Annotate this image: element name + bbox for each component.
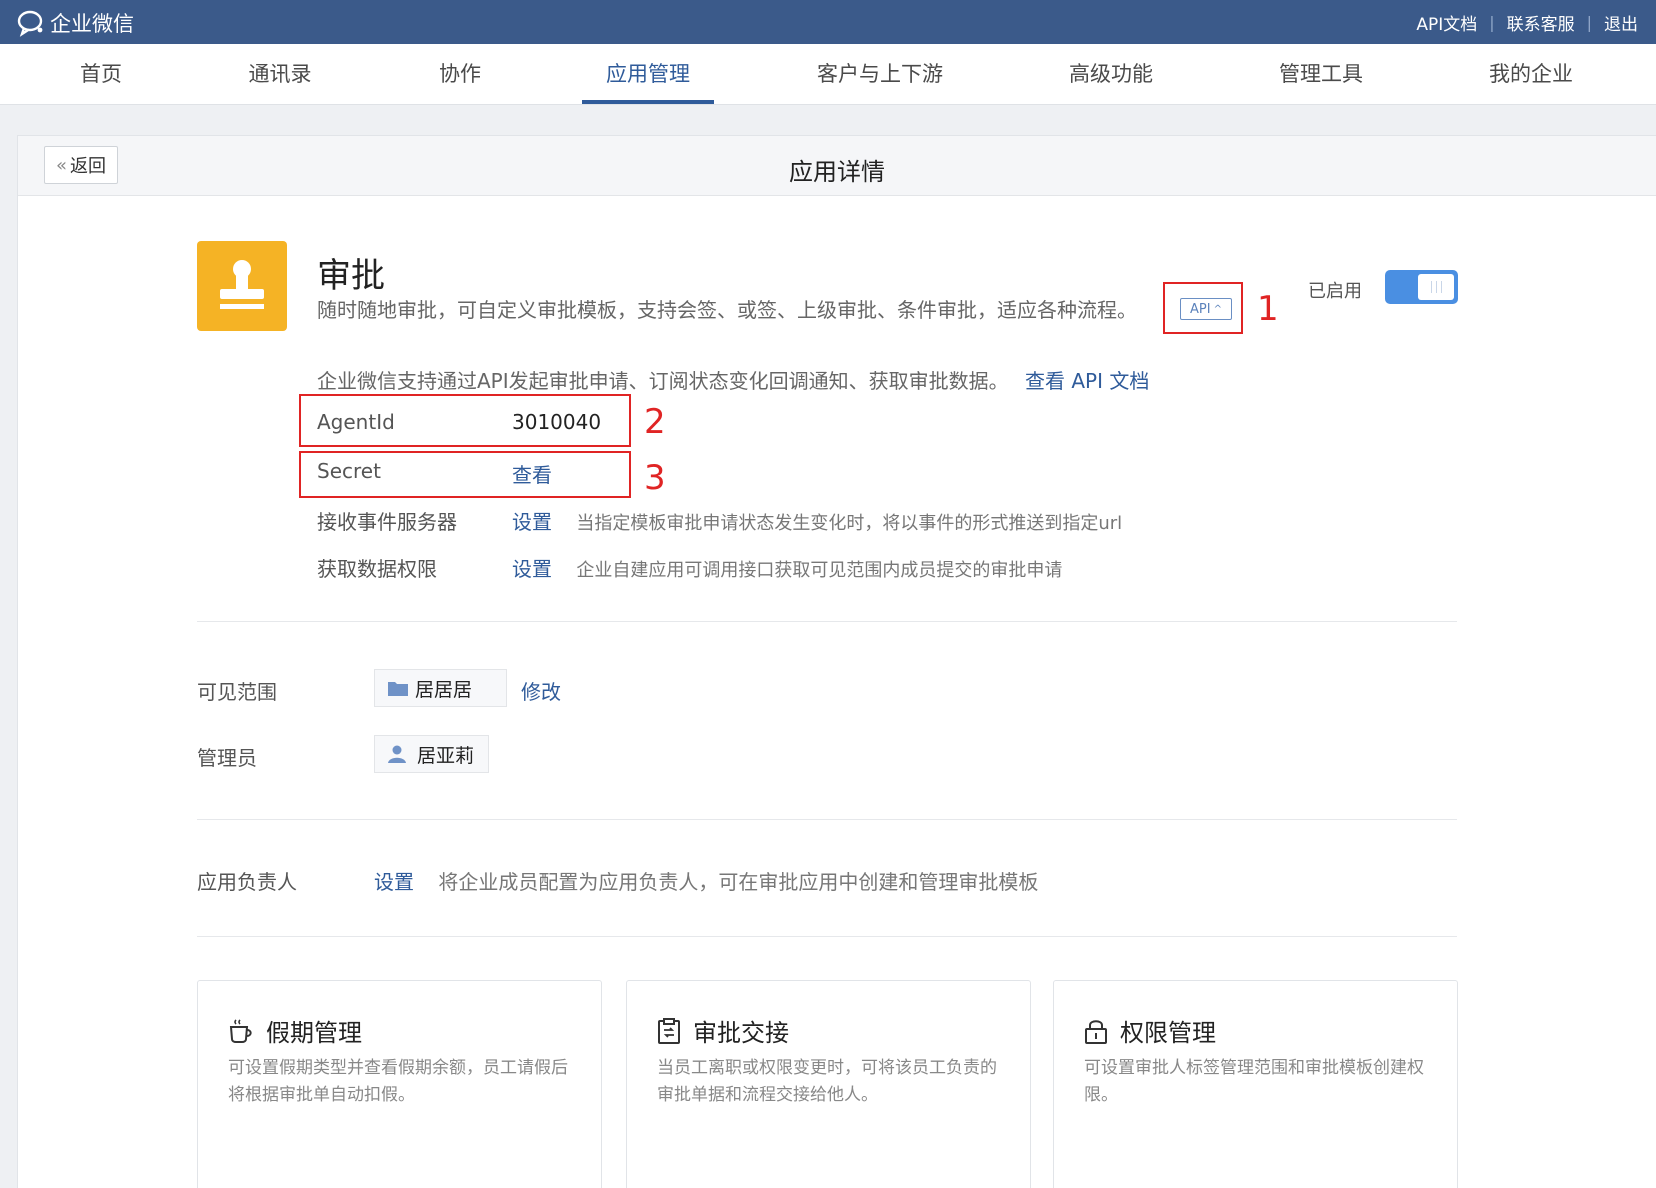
secret-label: Secret	[317, 459, 381, 483]
brand-logo[interactable]: 企业微信	[16, 8, 134, 38]
section-divider	[197, 819, 1457, 820]
annotation-number-2: 2	[644, 402, 666, 442]
api-note: 企业微信支持通过API发起审批申请、订阅状态变化回调通知、获取审批数据。 查看 …	[317, 365, 1149, 394]
nav-collaboration[interactable]: 协作	[420, 44, 500, 105]
toggle-knob	[1418, 274, 1454, 300]
nav-tools[interactable]: 管理工具	[1265, 44, 1377, 105]
section-divider	[197, 936, 1457, 937]
card-leave-management[interactable]: 假期管理 可设置假期类型并查看假期余额，员工请假后将根据审批单自动扣假。	[197, 980, 602, 1188]
top-bar: 企业微信 API文档 | 联系客服 | 退出	[0, 0, 1656, 44]
owner-desc: 将企业成员配置为应用负责人，可在审批应用中创建和管理审批模板	[438, 870, 1039, 894]
view-secret-link[interactable]: 查看	[512, 459, 552, 488]
api-docs-link[interactable]: API文档	[1416, 10, 1477, 35]
admin-chip: 居亚莉	[374, 735, 489, 773]
card-title: 假期管理	[228, 1013, 362, 1048]
data-permission-label: 获取数据权限	[317, 557, 437, 581]
section-divider	[197, 621, 1457, 622]
admin-chip-label: 居亚莉	[417, 744, 475, 767]
owner-row: 设置 将企业成员配置为应用负责人，可在审批应用中创建和管理审批模板	[374, 866, 1038, 895]
api-doc-link[interactable]: 查看 API 文档	[1025, 369, 1149, 393]
card-description: 可设置审批人标签管理范围和审批模板创建权限。	[1084, 1058, 1424, 1105]
divider: |	[1586, 13, 1592, 32]
nav-contacts[interactable]: 通讯录	[234, 44, 326, 105]
annotation-number-3: 3	[644, 458, 666, 498]
folder-icon	[388, 682, 408, 696]
user-icon	[388, 745, 406, 763]
owner-setup-link[interactable]: 设置	[374, 870, 414, 894]
brand-name: 企业微信	[50, 12, 134, 36]
data-permission-row: 设置 企业自建应用可调用接口获取可见范围内成员提交的审批申请	[512, 553, 1062, 582]
secret-row: Secret	[317, 459, 381, 483]
nav-customers[interactable]: 客户与上下游	[800, 44, 960, 105]
visibility-chip-label: 居居居	[415, 678, 473, 701]
annotation-box-1	[1163, 282, 1243, 334]
nav-advanced[interactable]: 高级功能	[1055, 44, 1167, 105]
coffee-cup-icon	[229, 1018, 252, 1043]
admin-label: 管理员	[197, 746, 257, 770]
card-description: 可设置假期类型并查看假期余额，员工请假后将根据审批单自动扣假。	[228, 1058, 568, 1105]
card-title: 审批交接	[657, 1013, 789, 1048]
clipboard-icon	[658, 1017, 680, 1044]
stamp-icon	[220, 260, 264, 309]
edit-visibility-link[interactable]: 修改	[521, 676, 561, 705]
app-icon	[197, 241, 287, 331]
card-permission-management[interactable]: 权限管理 可设置审批人标签管理范围和审批模板创建权限。	[1053, 980, 1458, 1188]
app-description: 随时随地审批，可自定义审批模板，支持会签、或签、上级审批、条件审批，适应各种流程…	[317, 298, 1137, 322]
top-links: API文档 | 联系客服 | 退出	[1416, 10, 1638, 35]
card-title: 权限管理	[1084, 1013, 1216, 1048]
page-title: 应用详情	[789, 158, 885, 186]
nav-app-management[interactable]: 应用管理	[582, 44, 714, 105]
api-note-text: 企业微信支持通过API发起审批申请、订阅状态变化回调通知、获取审批数据。	[317, 369, 1009, 393]
main-nav: 首页 通讯录 协作 应用管理 客户与上下游 高级功能 管理工具 我的企业	[0, 44, 1656, 105]
status-label: 已启用	[1308, 281, 1362, 302]
lock-icon	[1085, 1019, 1107, 1044]
event-server-desc: 当指定模板审批申请状态发生变化时，将以事件的形式推送到指定url	[576, 513, 1123, 534]
event-server-label: 接收事件服务器	[317, 510, 457, 534]
contact-support-link[interactable]: 联系客服	[1507, 10, 1575, 35]
nav-home[interactable]: 首页	[60, 44, 142, 105]
data-permission-setup-link[interactable]: 设置	[512, 557, 552, 581]
agentid-value: 3010040	[512, 410, 602, 434]
agentid-row: AgentId	[317, 410, 395, 434]
visibility-chip: 居居居	[374, 669, 507, 707]
annotation-number-1: 1	[1257, 289, 1279, 329]
card-description: 当员工离职或权限变更时，可将该员工负责的审批单据和流程交接给他人。	[657, 1058, 997, 1105]
data-permission-desc: 企业自建应用可调用接口获取可见范围内成员提交的审批申请	[576, 560, 1063, 581]
panel-header: « 返回 应用详情	[18, 136, 1656, 196]
visibility-label: 可见范围	[197, 680, 277, 704]
divider: |	[1489, 13, 1495, 32]
event-server-row: 设置 当指定模板审批申请状态发生变化时，将以事件的形式推送到指定url	[512, 506, 1122, 535]
agentid-label: AgentId	[317, 410, 395, 434]
nav-my-company[interactable]: 我的企业	[1475, 44, 1587, 105]
chat-bubble-icon	[17, 10, 43, 37]
enable-toggle[interactable]	[1385, 270, 1458, 304]
logout-link[interactable]: 退出	[1604, 10, 1638, 35]
event-server-setup-link[interactable]: 设置	[512, 510, 552, 534]
app-name: 审批	[317, 256, 385, 296]
owner-label: 应用负责人	[197, 870, 297, 894]
active-tab-indicator	[582, 100, 714, 104]
card-approval-handover[interactable]: 审批交接 当员工离职或权限变更时，可将该员工负责的审批单据和流程交接给他人。	[626, 980, 1031, 1188]
